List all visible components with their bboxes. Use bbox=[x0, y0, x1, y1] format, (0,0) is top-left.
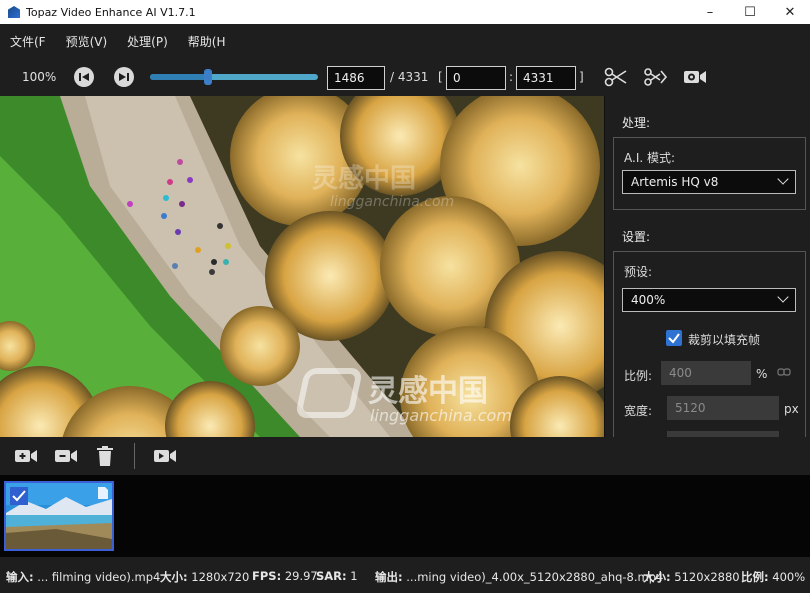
thumbnail-check[interactable] bbox=[10, 487, 28, 505]
timeline-slider[interactable] bbox=[150, 69, 318, 85]
range-start-input[interactable]: 0 bbox=[446, 66, 506, 90]
preset-value: 400% bbox=[631, 293, 666, 307]
settings-panel: 处理: A.I. 模式: Artemis HQ v8 设置: 预设: 400% … bbox=[604, 96, 810, 437]
current-frame-input[interactable]: 1486 bbox=[327, 66, 385, 90]
input-label: 输入: bbox=[6, 570, 34, 584]
output-file-name: ...ming video)_4.00x_5120x2880_ahq-8.mp4 bbox=[406, 570, 664, 584]
add-video-icon[interactable] bbox=[14, 446, 38, 466]
status-bar: 输入: ... filming video).mp4 大小: 1280x720 … bbox=[0, 557, 810, 593]
menu-bar: 文件(F 预览(V) 处理(P) 帮助(H bbox=[0, 24, 810, 58]
width-input[interactable]: 5120 bbox=[667, 396, 779, 420]
width-unit: px bbox=[784, 402, 799, 416]
preview-camera-icon[interactable] bbox=[682, 66, 708, 88]
input-file-name: ... filming video).mp4 bbox=[37, 570, 161, 584]
window-controls: – ☐ ✕ bbox=[690, 0, 810, 24]
export-video-icon[interactable] bbox=[153, 446, 177, 466]
checkmark-icon bbox=[12, 490, 26, 502]
settings-group: 预设: 400% 裁剪以填充帧 比例: 400 % 宽度: 5120 px bbox=[613, 251, 806, 437]
range-open-bracket: [ bbox=[438, 70, 443, 84]
output-size-label: 大小: bbox=[643, 570, 671, 584]
video-thumbnail[interactable] bbox=[4, 481, 114, 551]
ratio-value: 400% bbox=[772, 570, 806, 584]
menu-help[interactable]: 帮助(H bbox=[188, 33, 226, 50]
minimize-button[interactable]: – bbox=[690, 0, 730, 24]
output-size-status: 大小: 5120x2880 bbox=[643, 569, 740, 585]
process-section-label: 处理: bbox=[622, 116, 651, 130]
scale-unit: % bbox=[756, 367, 768, 381]
input-size-value: 1280x720 bbox=[191, 570, 250, 584]
remove-video-icon[interactable] bbox=[54, 446, 78, 466]
watermark-logo bbox=[294, 368, 364, 418]
watermark-top-url: lingganchina.com bbox=[330, 194, 455, 210]
scissors-icon[interactable] bbox=[603, 66, 629, 88]
menu-preview[interactable]: 预览(V) bbox=[66, 33, 108, 50]
zoom-level[interactable]: 100% bbox=[22, 70, 56, 84]
chevron-down-icon bbox=[777, 173, 789, 185]
input-size-status: 大小: 1280x720 bbox=[160, 569, 249, 585]
scale-label: 比例: bbox=[624, 369, 653, 383]
checkmark-icon bbox=[668, 333, 680, 344]
total-frames-label: / 4331 bbox=[390, 70, 429, 84]
crop-checkbox[interactable] bbox=[666, 330, 682, 346]
ai-mode-group: A.I. 模式: Artemis HQ v8 bbox=[613, 137, 806, 210]
video-filmstrip bbox=[0, 475, 810, 557]
first-frame-icon bbox=[79, 73, 89, 81]
crop-label: 裁剪以填充帧 bbox=[688, 333, 761, 347]
app-logo-icon bbox=[8, 6, 20, 18]
maximize-button[interactable]: ☐ bbox=[730, 0, 770, 24]
last-frame-icon bbox=[119, 73, 129, 81]
ratio-label: 比例: bbox=[741, 570, 769, 584]
timeline-slider-fill bbox=[150, 74, 208, 80]
menu-process[interactable]: 处理(P) bbox=[127, 33, 168, 50]
file-icon bbox=[98, 487, 108, 499]
last-frame-button[interactable] bbox=[114, 67, 134, 87]
ratio-status: 比例: 400% bbox=[741, 569, 805, 585]
sar-value: 1 bbox=[350, 569, 358, 583]
preset-label: 预设: bbox=[624, 265, 653, 279]
chevron-down-icon bbox=[777, 291, 789, 303]
watermark-top: 灵感中国 bbox=[312, 164, 417, 194]
title-bar: Topaz Video Enhance AI V1.7.1 – ☐ ✕ bbox=[0, 0, 810, 24]
link-icon[interactable] bbox=[777, 366, 791, 378]
fps-status: FPS: 29.97 bbox=[252, 569, 318, 583]
ai-mode-value: Artemis HQ v8 bbox=[631, 175, 719, 189]
range-close-bracket: ] bbox=[579, 70, 584, 84]
ai-mode-select[interactable]: Artemis HQ v8 bbox=[622, 170, 796, 194]
close-button[interactable]: ✕ bbox=[770, 0, 810, 24]
fps-label: FPS: bbox=[252, 569, 282, 583]
input-size-label: 大小: bbox=[160, 570, 188, 584]
width-label: 宽度: bbox=[624, 404, 653, 418]
first-frame-button[interactable] bbox=[74, 67, 94, 87]
sar-status: SAR: 1 bbox=[316, 569, 358, 583]
output-size-value: 5120x2880 bbox=[674, 570, 740, 584]
sar-label: SAR: bbox=[316, 569, 347, 583]
menu-file[interactable]: 文件(F bbox=[10, 33, 46, 50]
settings-section-label: 设置: bbox=[622, 230, 651, 244]
preset-select[interactable]: 400% bbox=[622, 288, 796, 312]
scale-input[interactable]: 400 bbox=[661, 361, 751, 385]
fps-value: 29.97 bbox=[284, 569, 318, 583]
output-label: 输出: bbox=[375, 570, 403, 584]
output-file-status: 输出: ...ming video)_4.00x_5120x2880_ahq-8… bbox=[375, 569, 663, 585]
range-separator: : bbox=[509, 70, 514, 84]
input-file-status: 输入: ... filming video).mp4 bbox=[6, 569, 160, 585]
trash-icon[interactable] bbox=[96, 445, 114, 467]
split-icon[interactable] bbox=[643, 66, 669, 88]
ai-mode-label: A.I. 模式: bbox=[624, 151, 676, 165]
action-bar-divider bbox=[134, 443, 135, 469]
watermark-bottom: 灵感中国 bbox=[368, 374, 488, 409]
action-bar bbox=[0, 437, 810, 475]
range-end-input[interactable]: 4331 bbox=[516, 66, 576, 90]
video-preview[interactable]: 灵感中国 lingganchina.com 灵感中国 lingganchina.… bbox=[0, 96, 604, 437]
window-title: Topaz Video Enhance AI V1.7.1 bbox=[26, 5, 196, 19]
watermark-bottom-url: lingganchina.com bbox=[370, 406, 512, 425]
timeline-slider-handle[interactable] bbox=[203, 69, 212, 85]
toolbar: 100% 1486 / 4331 [ 0 : 4331 ] bbox=[0, 58, 810, 96]
